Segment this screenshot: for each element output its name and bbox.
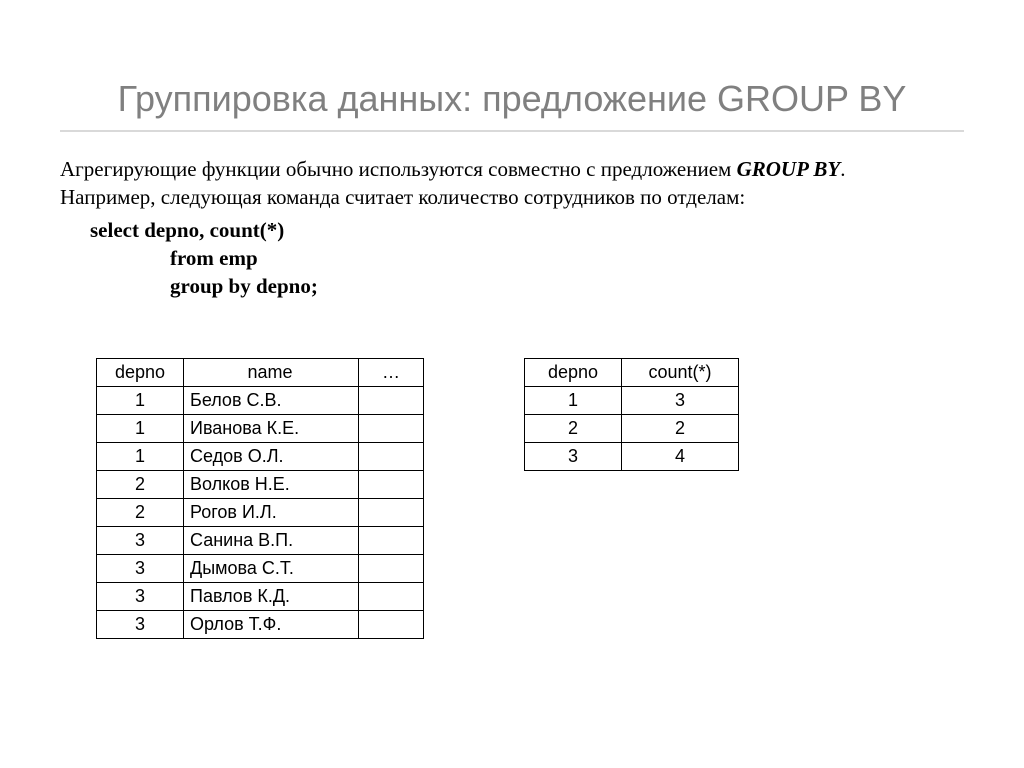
para-text: Агрегирующие функции обычно используются…: [60, 157, 737, 181]
title-divider: [60, 130, 964, 132]
table-row: 3Павлов К.Д.: [97, 583, 424, 611]
table-row: 3Орлов Т.Ф.: [97, 611, 424, 639]
cell-depno: 1: [97, 443, 184, 471]
cell-depno: 2: [525, 415, 622, 443]
source-table: depno name … 1Белов С.В. 1Иванова К.Е. 1…: [96, 358, 424, 639]
tables-area: depno name … 1Белов С.В. 1Иванова К.Е. 1…: [96, 358, 739, 639]
cell-depno: 1: [525, 387, 622, 415]
cell-etc: [359, 527, 424, 555]
cell-etc: [359, 583, 424, 611]
table-row: 2Волков Н.Е.: [97, 471, 424, 499]
table-row: 22: [525, 415, 739, 443]
page-title: Группировка данных: предложение GROUP BY: [0, 78, 1024, 120]
col-header-depno: depno: [525, 359, 622, 387]
sql-line-2: from emp: [60, 244, 964, 272]
col-header-depno: depno: [97, 359, 184, 387]
cell-etc: [359, 415, 424, 443]
sql-line-1: select depno, count(*): [60, 216, 964, 244]
cell-depno: 3: [97, 583, 184, 611]
col-header-etc: …: [359, 359, 424, 387]
cell-etc: [359, 471, 424, 499]
cell-name: Белов С.В.: [184, 387, 359, 415]
table-row: 13: [525, 387, 739, 415]
cell-count: 2: [622, 415, 739, 443]
cell-name: Санина В.П.: [184, 527, 359, 555]
body-text: Агрегирующие функции обычно используются…: [60, 155, 964, 301]
cell-depno: 3: [525, 443, 622, 471]
table-row: 3Санина В.П.: [97, 527, 424, 555]
col-header-count: count(*): [622, 359, 739, 387]
table-header-row: depno name …: [97, 359, 424, 387]
table-row: 1Седов О.Л.: [97, 443, 424, 471]
cell-depno: 2: [97, 471, 184, 499]
cell-depno: 3: [97, 611, 184, 639]
paragraph-1: Агрегирующие функции обычно используются…: [60, 155, 964, 183]
table-row: 3Дымова С.Т.: [97, 555, 424, 583]
result-table: depno count(*) 13 22 34: [524, 358, 739, 471]
cell-name: Волков Н.Е.: [184, 471, 359, 499]
table-row: 2Рогов И.Л.: [97, 499, 424, 527]
cell-etc: [359, 443, 424, 471]
cell-name: Орлов Т.Ф.: [184, 611, 359, 639]
para-text-end: .: [840, 157, 845, 181]
cell-depno: 3: [97, 527, 184, 555]
sql-block: select depno, count(*) from emp group by…: [60, 216, 964, 301]
group-by-term: GROUP BY: [737, 157, 841, 181]
cell-count: 3: [622, 387, 739, 415]
table-row: 1Белов С.В.: [97, 387, 424, 415]
cell-name: Седов О.Л.: [184, 443, 359, 471]
cell-etc: [359, 387, 424, 415]
slide: Группировка данных: предложение GROUP BY…: [0, 0, 1024, 768]
cell-depno: 3: [97, 555, 184, 583]
col-header-name: name: [184, 359, 359, 387]
table-row: 1Иванова К.Е.: [97, 415, 424, 443]
cell-depno: 1: [97, 387, 184, 415]
cell-etc: [359, 611, 424, 639]
cell-depno: 1: [97, 415, 184, 443]
cell-name: Дымова С.Т.: [184, 555, 359, 583]
sql-line-3: group by depno;: [60, 272, 964, 300]
paragraph-2: Например, следующая команда считает коли…: [60, 183, 964, 211]
cell-depno: 2: [97, 499, 184, 527]
cell-count: 4: [622, 443, 739, 471]
table-header-row: depno count(*): [525, 359, 739, 387]
cell-name: Иванова К.Е.: [184, 415, 359, 443]
table-row: 34: [525, 443, 739, 471]
cell-name: Рогов И.Л.: [184, 499, 359, 527]
cell-etc: [359, 499, 424, 527]
cell-etc: [359, 555, 424, 583]
cell-name: Павлов К.Д.: [184, 583, 359, 611]
